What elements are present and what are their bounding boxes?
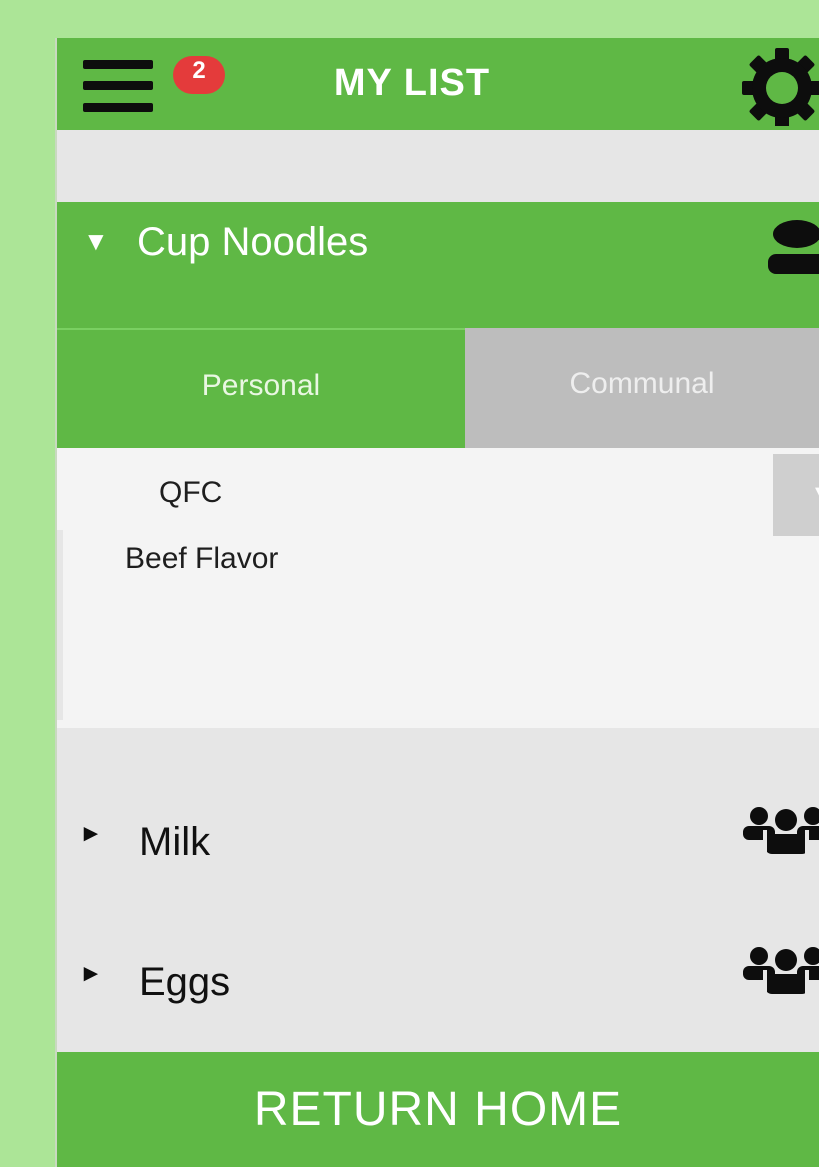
expand-triangle-icon: ►	[79, 820, 103, 847]
ownership-tabs: Personal Communal	[57, 328, 819, 448]
item-name: Eggs	[139, 960, 231, 1004]
chevron-down-icon: ▼	[811, 482, 819, 505]
group-icon	[741, 942, 819, 998]
item-description: Beef Flavor	[125, 542, 279, 575]
store-name: QFC	[159, 476, 223, 509]
hamburger-icon-line	[83, 81, 153, 90]
hamburger-icon-line	[83, 103, 153, 112]
list-item-eggs[interactable]: ► Eggs	[57, 926, 819, 1036]
hamburger-icon	[83, 60, 153, 69]
item-name: Milk	[139, 820, 211, 864]
notification-badge: 2	[173, 56, 225, 94]
return-home-button[interactable]: RETURN HOME	[57, 1052, 819, 1167]
collapse-triangle-icon: ▼	[83, 226, 109, 256]
app-screen: 2 MY LIST ▼ Cup Noodles Personal Communa…	[57, 38, 819, 1167]
return-home-label: RETURN HOME	[253, 1083, 623, 1136]
item-details: QFC Beef Flavor ▼	[57, 448, 819, 728]
list-item-milk[interactable]: ► Milk	[57, 786, 819, 896]
item-name: Cup Noodles	[137, 220, 369, 264]
menu-button[interactable]: 2	[83, 56, 225, 116]
tab-communal[interactable]: Communal	[465, 328, 819, 448]
expand-triangle-icon: ►	[79, 960, 103, 987]
group-icon	[741, 802, 819, 858]
page-title: MY LIST	[333, 62, 491, 104]
tab-personal[interactable]: Personal	[57, 328, 465, 448]
top-bar: 2 MY LIST	[57, 38, 819, 130]
gear-icon[interactable]	[737, 46, 819, 128]
details-edge	[57, 530, 63, 720]
person-icon	[762, 220, 819, 280]
list-item-cup-noodles[interactable]: ▼ Cup Noodles	[57, 202, 819, 328]
store-dropdown[interactable]: ▼	[773, 454, 819, 536]
